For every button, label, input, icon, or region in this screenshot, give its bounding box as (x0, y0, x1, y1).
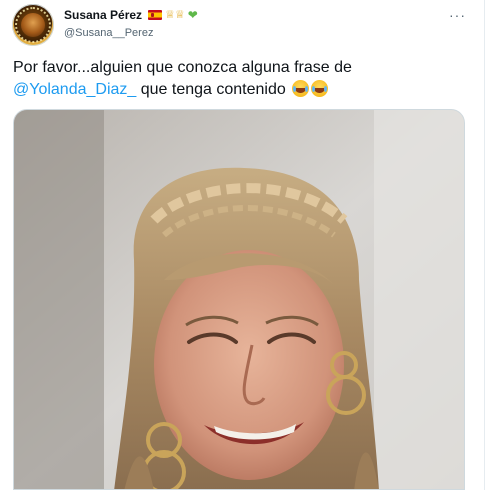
avatar[interactable] (12, 4, 54, 46)
laughing-emoji-icon (311, 80, 329, 97)
crown-icon: ♕♕ (165, 8, 185, 21)
tweet-text-suffix: que tenga contenido (136, 81, 291, 98)
mention-link[interactable]: @Yolanda_Diaz_ (13, 81, 136, 98)
tweet-text: Por favor...alguien que conozca alguna f… (13, 57, 468, 101)
author-display-name[interactable]: Susana Pérez (64, 8, 142, 22)
green-heart-icon: ❤ (187, 8, 198, 22)
spain-flag-icon (148, 10, 163, 20)
author-name-line: Susana Pérez ♕♕ ❤ (64, 8, 198, 22)
tweet-header: Susana Pérez ♕♕ ❤ @Susana__Perez ··· (12, 4, 472, 50)
tweet-photo[interactable] (13, 109, 465, 490)
tweet-text-prefix: Por favor...alguien que conozca alguna f… (13, 59, 352, 76)
laughing-emoji-icon (292, 80, 310, 97)
author-handle[interactable]: @Susana__Perez (64, 27, 153, 39)
tweet-card: Susana Pérez ♕♕ ❤ @Susana__Perez ··· Por… (0, 0, 485, 490)
photo-of-woman-icon (14, 110, 464, 489)
more-options-icon[interactable]: ··· (449, 8, 466, 22)
avatar-ring (15, 7, 51, 43)
